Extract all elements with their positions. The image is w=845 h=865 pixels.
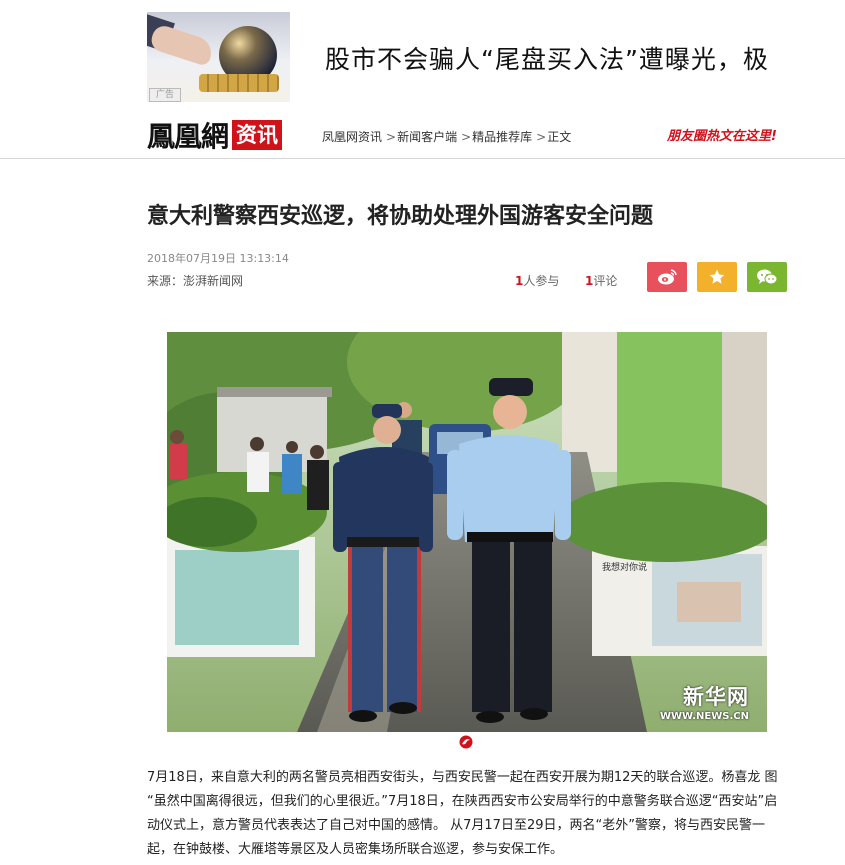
- article-photo: 我想对你说 新华网 WWW.NEWS.CN: [167, 332, 767, 732]
- participants-label: 人参与: [523, 274, 560, 288]
- watermark-cn: 新华网: [683, 685, 749, 709]
- article-body: 7月18日，来自意大利的两名警员亮相西安街头，与西安民警一起在西安开展为期12天…: [147, 770, 778, 857]
- breadcrumb-featured[interactable]: 精品推荐库: [472, 130, 532, 144]
- breadcrumb-app[interactable]: 新闻客户端: [397, 130, 457, 144]
- promo-link[interactable]: 朋友圈热文在这里!: [667, 125, 777, 144]
- wechat-icon: [757, 269, 778, 285]
- favorite-button[interactable]: [697, 262, 737, 292]
- phoenix-logo-icon: [459, 735, 473, 749]
- brand-section-badge: 资讯: [232, 120, 283, 150]
- star-icon: [709, 269, 725, 284]
- header-divider: [0, 158, 845, 159]
- weibo-icon: [658, 269, 677, 285]
- article-datetime: 2018年07月19日 13:13:14: [147, 252, 289, 265]
- article-source: 来源：澎湃新闻网: [147, 272, 243, 289]
- comments-label: 评论: [593, 274, 618, 288]
- breadcrumb-current: 正文: [547, 130, 572, 144]
- breadcrumb-separator: >: [461, 130, 472, 144]
- ad-badge: 广告: [149, 88, 181, 102]
- share-wechat-button[interactable]: [747, 262, 787, 292]
- source-link[interactable]: 澎湃新闻网: [183, 274, 243, 288]
- article-title: 意大利警察西安巡逻，将协助处理外国游客安全问题: [147, 203, 654, 229]
- source-label: 来源：: [147, 274, 184, 288]
- planter-sign: 我想对你说: [602, 561, 647, 573]
- ad-banner[interactable]: 广告 股市不会骗人“尾盘买入法”遭曝光，极: [147, 12, 845, 102]
- photo-watermark: 新华网 WWW.NEWS.CN: [660, 681, 749, 722]
- ad-image[interactable]: 广告: [147, 12, 290, 102]
- breadcrumb-home[interactable]: 凤凰网资讯: [322, 130, 382, 144]
- watermark-en: WWW.NEWS.CN: [659, 711, 749, 722]
- comments-count[interactable]: 1评论: [585, 272, 617, 289]
- breadcrumb-separator: >: [536, 130, 547, 144]
- breadcrumb-separator: >: [386, 130, 397, 144]
- breadcrumb: 凤凰网资讯 >新闻客户端 >精品推荐库 >正文: [322, 128, 571, 145]
- photo-scene: 我想对你说: [167, 332, 767, 732]
- brand-name: 鳳凰網: [147, 120, 229, 153]
- ad-image-hand: [148, 23, 216, 67]
- participants-count[interactable]: 1人参与: [515, 272, 559, 289]
- site-logo[interactable]: 鳳凰網 资讯: [147, 118, 283, 153]
- ad-image-coins: [199, 74, 279, 92]
- ad-headline[interactable]: 股市不会骗人“尾盘买入法”遭曝光，极: [325, 40, 769, 76]
- share-weibo-button[interactable]: [647, 262, 687, 292]
